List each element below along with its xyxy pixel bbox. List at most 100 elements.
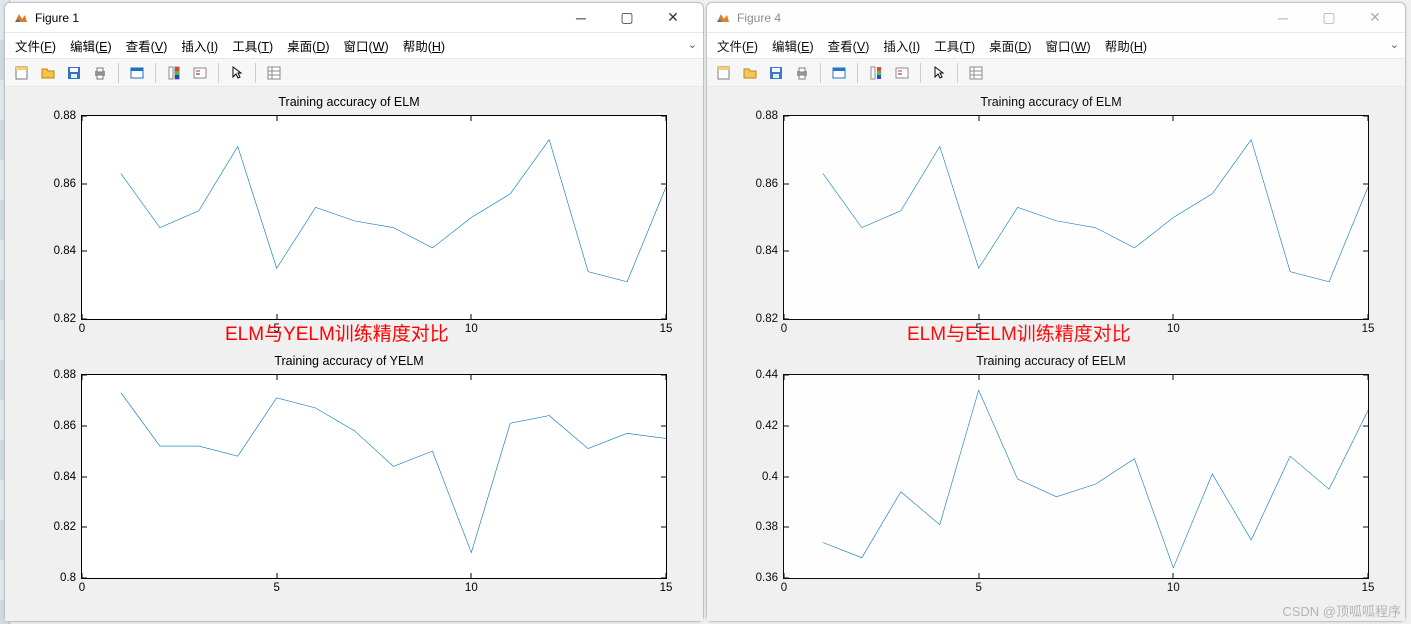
link-icon[interactable] xyxy=(126,62,148,84)
menu-dropdown-icon[interactable]: ⌄ xyxy=(688,38,697,51)
pointer-icon[interactable] xyxy=(226,62,248,84)
y-tick-label: 0.88 xyxy=(54,369,76,381)
annotation-label: ELM与EELM训练精度对比 xyxy=(907,319,1131,346)
axes: 0.820.840.860.88051015 xyxy=(81,115,667,320)
chart-title: Training accuracy of ELM xyxy=(11,95,687,109)
watermark: CSDN @顶呱呱程序 xyxy=(1282,601,1401,620)
y-tick-label: 0.82 xyxy=(54,313,76,325)
open-icon[interactable] xyxy=(37,62,59,84)
minimize-button[interactable]: ─ xyxy=(1261,4,1305,32)
x-tick-label: 10 xyxy=(1167,582,1180,594)
menu-tools[interactable]: 工具(T) xyxy=(934,36,975,55)
y-tick-label: 0.44 xyxy=(756,369,778,381)
close-button[interactable]: ✕ xyxy=(1353,4,1397,32)
annotation-label: ELM与YELM训练精度对比 xyxy=(225,319,449,346)
line-series xyxy=(82,375,666,578)
plot-area: Training accuracy of ELM 0.820.840.860.88… xyxy=(707,87,1405,621)
y-tick-label: 0.88 xyxy=(54,110,76,122)
legend-icon[interactable] xyxy=(189,62,211,84)
titlebar[interactable]: Figure 4 ─ ▢ ✕ xyxy=(707,3,1405,33)
save-icon[interactable] xyxy=(63,62,85,84)
pointer-icon[interactable] xyxy=(928,62,950,84)
axes: 0.360.380.40.420.44051015 xyxy=(783,374,1369,579)
y-tick-label: 0.86 xyxy=(54,420,76,432)
chart-title: Training accuracy of ELM xyxy=(713,95,1389,109)
legend-icon[interactable] xyxy=(891,62,913,84)
colorbar-icon[interactable] xyxy=(163,62,185,84)
link-icon[interactable] xyxy=(828,62,850,84)
x-tick-label: 0 xyxy=(781,323,787,335)
y-tick-label: 0.82 xyxy=(756,313,778,325)
x-tick-label: 5 xyxy=(273,582,279,594)
subplot-2[interactable]: Training accuracy of YELM 0.80.820.840.86… xyxy=(11,356,687,605)
figure-window-4: Figure 4 ─ ▢ ✕ 文件(F) 编辑(E) 查看(V) 插入(I) 工… xyxy=(706,2,1406,622)
matlab-icon xyxy=(13,10,29,26)
menu-help[interactable]: 帮助(H) xyxy=(1105,36,1147,55)
y-tick-label: 0.86 xyxy=(54,178,76,190)
menubar: 文件(F) 编辑(E) 查看(V) 插入(I) 工具(T) 桌面(D) 窗口(W… xyxy=(5,33,703,59)
subplot-1[interactable]: Training accuracy of ELM0.820.840.860.88… xyxy=(11,97,687,346)
subplot-1[interactable]: Training accuracy of ELM 0.820.840.860.88… xyxy=(713,97,1389,346)
maximize-button[interactable]: ▢ xyxy=(1307,4,1351,32)
axes: 0.820.840.860.88051015 xyxy=(783,115,1369,320)
x-tick-label: 15 xyxy=(1362,323,1375,335)
chart-title: Training accuracy of YELM xyxy=(11,354,687,368)
maximize-button[interactable]: ▢ xyxy=(605,4,649,32)
x-tick-label: 15 xyxy=(660,323,673,335)
y-tick-label: 0.4 xyxy=(762,471,778,483)
menu-edit[interactable]: 编辑(E) xyxy=(772,36,814,55)
x-tick-label: 10 xyxy=(465,582,478,594)
x-tick-label: 15 xyxy=(1362,582,1375,594)
menu-window[interactable]: 窗口(W) xyxy=(1046,36,1091,55)
properties-icon[interactable] xyxy=(263,62,285,84)
axes: 0.80.820.840.860.88051015 xyxy=(81,374,667,579)
menu-view[interactable]: 查看(V) xyxy=(126,36,168,55)
menu-tools[interactable]: 工具(T) xyxy=(232,36,273,55)
new-figure-icon[interactable] xyxy=(11,62,33,84)
menu-help[interactable]: 帮助(H) xyxy=(403,36,445,55)
toolbar xyxy=(707,59,1405,87)
y-tick-label: 0.86 xyxy=(756,178,778,190)
menu-insert[interactable]: 插入(I) xyxy=(181,36,218,55)
y-tick-label: 0.8 xyxy=(60,572,76,584)
menu-edit[interactable]: 编辑(E) xyxy=(70,36,112,55)
colorbar-icon[interactable] xyxy=(865,62,887,84)
properties-icon[interactable] xyxy=(965,62,987,84)
x-tick-label: 0 xyxy=(781,582,787,594)
new-figure-icon[interactable] xyxy=(713,62,735,84)
menu-file[interactable]: 文件(F) xyxy=(717,36,758,55)
y-tick-label: 0.36 xyxy=(756,572,778,584)
matlab-icon xyxy=(715,10,731,26)
menu-file[interactable]: 文件(F) xyxy=(15,36,56,55)
subplot-2[interactable]: Training accuracy of EELM0.360.380.40.42… xyxy=(713,356,1389,605)
save-icon[interactable] xyxy=(765,62,787,84)
x-tick-label: 10 xyxy=(1167,323,1180,335)
line-series xyxy=(82,116,666,319)
print-icon[interactable] xyxy=(791,62,813,84)
figure-window-1: Figure 1 ─ ▢ ✕ 文件(F) 编辑(E) 查看(V) 插入(I) 工… xyxy=(4,2,704,622)
y-tick-label: 0.38 xyxy=(756,521,778,533)
x-tick-label: 5 xyxy=(975,582,981,594)
open-icon[interactable] xyxy=(739,62,761,84)
menu-insert[interactable]: 插入(I) xyxy=(883,36,920,55)
menu-window[interactable]: 窗口(W) xyxy=(344,36,389,55)
y-tick-label: 0.82 xyxy=(54,521,76,533)
window-title: Figure 4 xyxy=(737,11,1261,25)
menu-desktop[interactable]: 桌面(D) xyxy=(989,36,1031,55)
close-button[interactable]: ✕ xyxy=(651,4,695,32)
window-title: Figure 1 xyxy=(35,11,559,25)
x-tick-label: 0 xyxy=(79,582,85,594)
minimize-button[interactable]: ─ xyxy=(559,4,603,32)
line-series xyxy=(784,116,1368,319)
titlebar[interactable]: Figure 1 ─ ▢ ✕ xyxy=(5,3,703,33)
menu-view[interactable]: 查看(V) xyxy=(828,36,870,55)
y-tick-label: 0.42 xyxy=(756,420,778,432)
menubar: 文件(F) 编辑(E) 查看(V) 插入(I) 工具(T) 桌面(D) 窗口(W… xyxy=(707,33,1405,59)
y-tick-label: 0.84 xyxy=(54,245,76,257)
plot-area: Training accuracy of ELM0.820.840.860.88… xyxy=(5,87,703,621)
menu-desktop[interactable]: 桌面(D) xyxy=(287,36,329,55)
print-icon[interactable] xyxy=(89,62,111,84)
menu-dropdown-icon[interactable]: ⌄ xyxy=(1390,38,1399,51)
chart-title: Training accuracy of EELM xyxy=(713,354,1389,368)
x-tick-label: 10 xyxy=(465,323,478,335)
